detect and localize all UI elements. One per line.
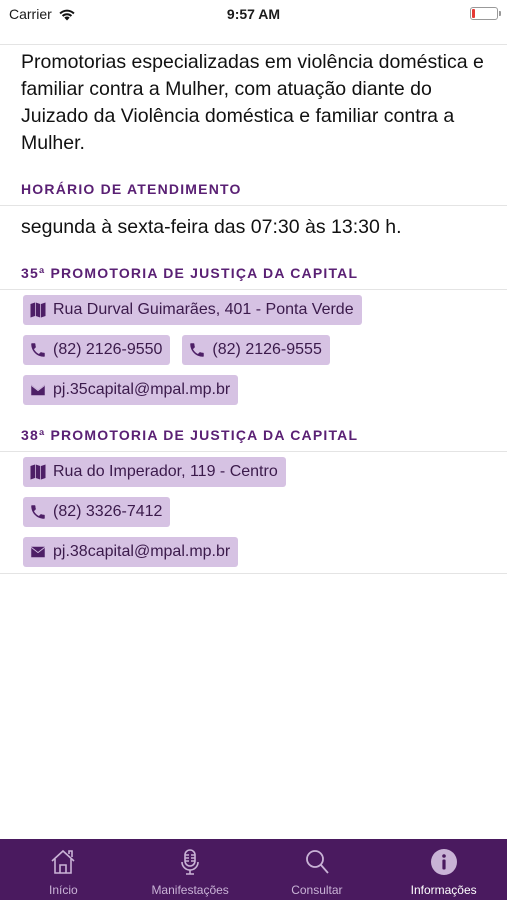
office-35-contacts: Rua Durval Guimarães, 401 - Ponta Verde …	[0, 290, 507, 411]
address-chip[interactable]: Rua do Imperador, 119 - Centro	[23, 457, 286, 487]
schedule-header: HORÁRIO DE ATENDIMENTO	[21, 181, 242, 197]
email-chip[interactable]: pj.35capital@mpal.mp.br	[23, 375, 239, 405]
tab-inicio[interactable]: Início	[0, 839, 127, 900]
home-icon	[51, 849, 75, 874]
phone-text: (82) 2126-9555	[212, 341, 322, 358]
tab-label: Informações	[410, 883, 477, 897]
address-text: Rua do Imperador, 119 - Centro	[53, 463, 278, 480]
email-chip[interactable]: pj.38capital@mpal.mp.br	[23, 537, 239, 567]
battery-icon	[470, 7, 501, 20]
phone-chip[interactable]: (82) 3326-7412	[23, 497, 171, 527]
phone-chip[interactable]: (82) 2126-9550	[23, 335, 171, 365]
phone-text: (82) 2126-9550	[53, 341, 163, 358]
status-bar: Carrier 9:57 AM	[0, 0, 507, 28]
mail-icon	[31, 384, 45, 396]
section-divider	[0, 573, 507, 574]
info-icon	[430, 849, 457, 875]
phone-icon	[190, 343, 205, 357]
tab-bar: Início Manifestações Consultar Informaçõ…	[0, 839, 507, 900]
map-icon	[30, 302, 46, 318]
tab-label: Início	[49, 883, 78, 897]
intro-text: Promotorias especializadas em violência …	[21, 51, 484, 154]
info-content: Promotorias especializadas em violência …	[0, 45, 507, 574]
email-text: pj.35capital@mpal.mp.br	[53, 381, 231, 398]
email-text: pj.38capital@mpal.mp.br	[53, 543, 231, 560]
status-time: 9:57 AM	[226, 6, 281, 22]
phone-icon	[31, 505, 45, 519]
tab-manifestacoes[interactable]: Manifestações	[127, 839, 254, 900]
mail-icon	[31, 546, 45, 558]
microphone-icon	[181, 849, 199, 875]
office-38-header: 38ª PROMOTORIA DE JUSTIÇA DA CAPITAL	[21, 427, 359, 443]
office-38-contacts: Rua do Imperador, 119 - Centro (82) 3326…	[0, 452, 507, 573]
tab-label: Consultar	[291, 883, 343, 897]
address-chip[interactable]: Rua Durval Guimarães, 401 - Ponta Verde	[23, 295, 362, 325]
phone-text: (82) 3326-7412	[53, 503, 163, 520]
search-icon	[305, 850, 329, 874]
tab-consultar[interactable]: Consultar	[254, 839, 381, 900]
tab-label: Manifestações	[151, 883, 229, 897]
schedule-text: segunda à sexta-feira das 07:30 às 13:30…	[21, 216, 402, 238]
phone-icon	[31, 343, 45, 357]
office-35-header: 35ª PROMOTORIA DE JUSTIÇA DA CAPITAL	[21, 265, 359, 281]
tab-informacoes[interactable]: Informações	[380, 839, 507, 900]
map-icon	[30, 464, 46, 480]
address-text: Rua Durval Guimarães, 401 - Ponta Verde	[53, 301, 354, 318]
phone-chip[interactable]: (82) 2126-9555	[182, 335, 330, 365]
